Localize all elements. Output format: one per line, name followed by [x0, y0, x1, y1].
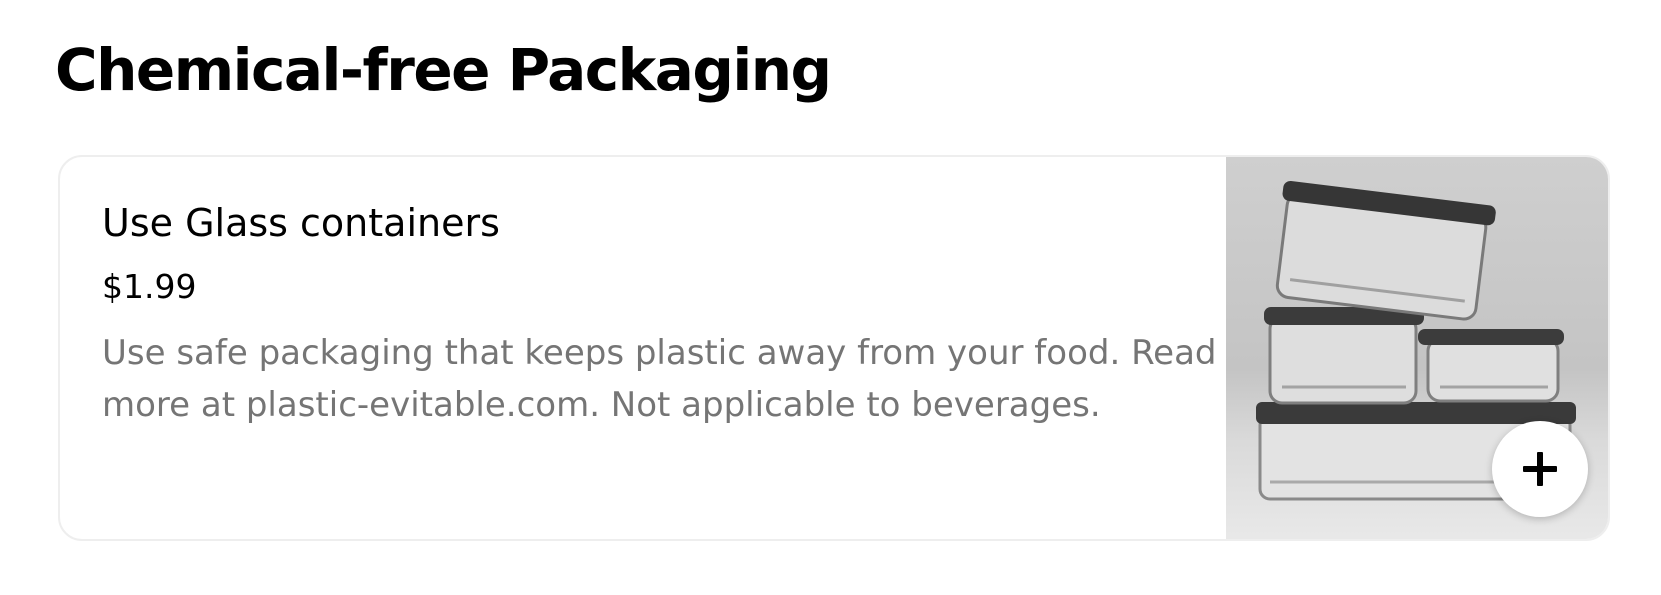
top-container [1275, 180, 1496, 321]
item-price: $1.99 [102, 267, 197, 306]
middle-right-body [1426, 337, 1560, 403]
middle-left-body [1268, 315, 1418, 405]
item-image[interactable] [1226, 157, 1608, 539]
item-description: Use safe packaging that keeps plastic aw… [102, 333, 1217, 425]
section-title: Chemical-free Packaging [55, 36, 832, 104]
large-container-lid [1256, 402, 1576, 424]
menu-item-card[interactable]: Use Glass containers $1.99 Use safe pack… [58, 155, 1610, 541]
item-name: Use Glass containers [102, 201, 500, 245]
add-item-button[interactable] [1492, 421, 1588, 517]
middle-right-lid [1418, 329, 1564, 345]
plus-icon [1523, 452, 1557, 486]
